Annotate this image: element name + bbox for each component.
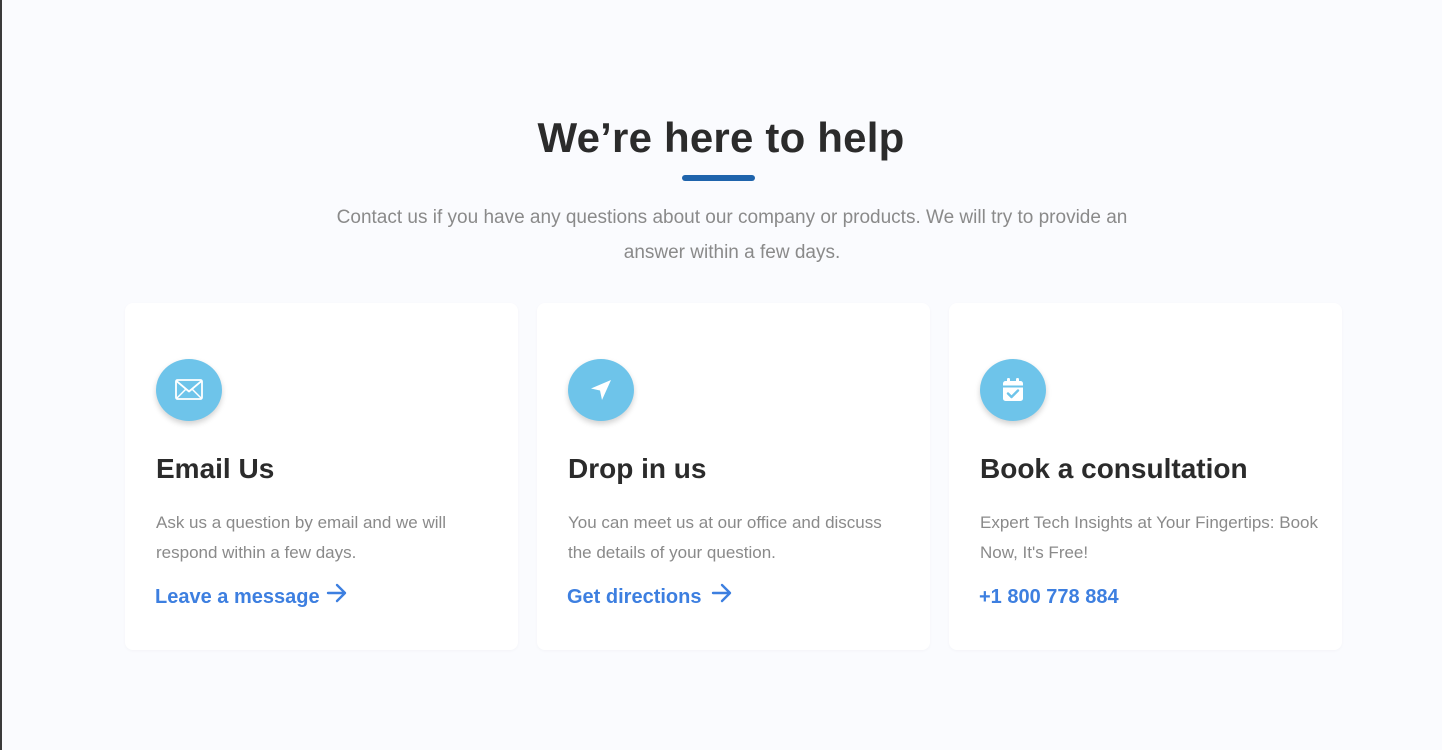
calendar-check-icon [980, 359, 1046, 421]
section-title: We’re here to help [537, 114, 905, 161]
arrow-right-icon [711, 583, 733, 611]
card-description: Expert Tech Insights at Your Fingertips:… [980, 513, 1318, 562]
card-title: Email Us [156, 453, 275, 484]
card-title: Drop in us [568, 453, 707, 484]
card-description: Ask us a question by email and we will r… [156, 513, 447, 562]
card-title: Book a consultation [980, 453, 1248, 484]
link-label: Leave a message [155, 586, 320, 608]
email-us-card: Email Us Ask us a question by email and … [125, 303, 518, 650]
book-consultation-card: Book a consultation Expert Tech Insights… [949, 303, 1342, 650]
contact-section: We’re here to help Contact us if you hav… [0, 0, 1442, 750]
leave-message-link[interactable]: Leave a message [155, 583, 348, 611]
section-subtitle: Contact us if you have any questions abo… [336, 207, 1128, 263]
navigation-arrow-icon [568, 359, 634, 421]
link-label: Get directions [567, 586, 702, 608]
title-underline [682, 175, 755, 181]
get-directions-link[interactable]: Get directions [567, 583, 733, 611]
drop-in-card: Drop in us You can meet us at our office… [537, 303, 930, 650]
card-description: You can meet us at our office and discus… [568, 513, 882, 562]
phone-number-link[interactable]: +1 800 778 884 [979, 583, 1119, 611]
envelope-icon [156, 359, 222, 421]
arrow-right-icon [326, 583, 348, 611]
